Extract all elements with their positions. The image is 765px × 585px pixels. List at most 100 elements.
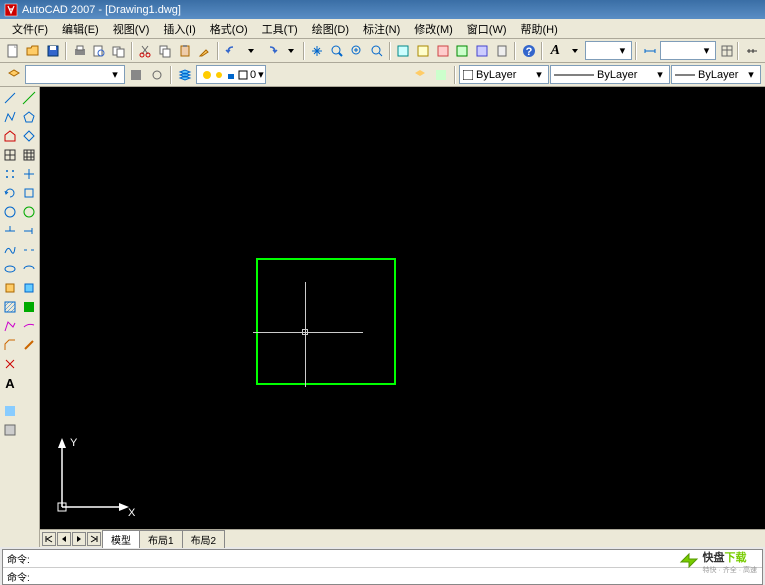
explode-icon[interactable] (1, 355, 19, 373)
zoom-prev-icon[interactable] (367, 41, 386, 61)
print-icon[interactable] (70, 41, 89, 61)
publish-icon[interactable] (110, 41, 129, 61)
menu-dimension[interactable]: 标注(N) (357, 19, 406, 39)
standard-toolbar: ? A ▾ ▾ (0, 39, 765, 63)
redo-dd-icon[interactable] (281, 41, 300, 61)
open-icon[interactable] (24, 41, 43, 61)
calc-icon[interactable] (493, 41, 512, 61)
menu-window[interactable]: 窗口(W) (461, 19, 513, 39)
pline-icon[interactable] (1, 108, 19, 126)
spline-icon[interactable] (1, 241, 19, 259)
undo-dd-icon[interactable] (242, 41, 261, 61)
linetype-dropdown[interactable]: ByLayer▾ (550, 65, 670, 84)
dim-style-dropdown[interactable]: ▾ (660, 41, 716, 60)
sheet-icon[interactable] (453, 41, 472, 61)
ellipse-arc-icon[interactable] (20, 260, 38, 278)
line-icon[interactable] (1, 89, 19, 107)
preview-icon[interactable] (90, 41, 109, 61)
tab-first-icon[interactable] (42, 532, 56, 546)
hex-o-icon[interactable] (20, 203, 38, 221)
markup-icon[interactable] (473, 41, 492, 61)
color-dropdown[interactable]: ByLayer▾ (459, 65, 549, 84)
menu-tools[interactable]: 工具(T) (256, 19, 304, 39)
draw-toolbar: A (0, 87, 40, 547)
undo-icon[interactable] (222, 41, 241, 61)
menu-insert[interactable]: 插入(I) (157, 19, 201, 39)
insert-icon[interactable] (20, 279, 38, 297)
tab-last-icon[interactable] (87, 532, 101, 546)
copy-icon[interactable] (156, 41, 175, 61)
polygon-icon[interactable] (20, 108, 38, 126)
xline-icon[interactable] (20, 89, 38, 107)
command-window[interactable]: 命令: 命令: (2, 549, 763, 585)
ellipse-icon[interactable] (1, 260, 19, 278)
redo-icon[interactable] (262, 41, 281, 61)
tab-model[interactable]: 模型 (102, 530, 140, 548)
extend-icon[interactable] (20, 222, 38, 240)
tab-prev-icon[interactable] (57, 532, 71, 546)
fillet-icon[interactable] (20, 317, 38, 335)
dim-icon[interactable] (640, 41, 659, 61)
menu-file[interactable]: 文件(F) (6, 19, 54, 39)
pick-box (302, 329, 308, 335)
nav-icon[interactable] (1, 421, 19, 439)
menu-edit[interactable]: 编辑(E) (56, 19, 105, 39)
layer-state-icon[interactable] (431, 65, 451, 85)
titlebar: AutoCAD 2007 - [Drawing1.dwg] (0, 0, 765, 19)
rotate-icon[interactable] (1, 184, 19, 202)
paste-icon[interactable] (176, 41, 195, 61)
tab-layout1[interactable]: 布局1 (139, 530, 183, 548)
menu-modify[interactable]: 修改(M) (408, 19, 459, 39)
gradient-icon[interactable] (20, 298, 38, 316)
chamfer-icon[interactable] (1, 336, 19, 354)
help-icon[interactable]: ? (519, 41, 538, 61)
table-style-icon[interactable] (717, 41, 736, 61)
tab-next-icon[interactable] (72, 532, 86, 546)
lineweight-dropdown[interactable]: ByLayer▾ (671, 65, 761, 84)
menu-format[interactable]: 格式(O) (204, 19, 254, 39)
textstyle-icon[interactable]: A (546, 41, 565, 61)
move-icon[interactable] (20, 165, 38, 183)
chamfer2-icon[interactable] (20, 336, 38, 354)
grid2-icon[interactable] (20, 146, 38, 164)
pan-icon[interactable] (308, 41, 327, 61)
square-icon[interactable] (20, 184, 38, 202)
layer-prev-icon[interactable] (410, 65, 430, 85)
hex-icon[interactable] (1, 203, 19, 221)
break-icon[interactable] (20, 241, 38, 259)
layer-prop-icon[interactable] (4, 65, 24, 85)
ws-icon[interactable] (126, 65, 146, 85)
hatch-icon[interactable] (1, 298, 19, 316)
tab-layout2[interactable]: 布局2 (182, 530, 226, 548)
menu-help[interactable]: 帮助(H) (515, 19, 564, 39)
match-icon[interactable] (195, 41, 214, 61)
menu-view[interactable]: 视图(V) (107, 19, 156, 39)
zoom-win-icon[interactable] (348, 41, 367, 61)
tool-palette-icon[interactable] (433, 41, 452, 61)
menu-draw[interactable]: 绘图(D) (306, 19, 355, 39)
array-icon[interactable] (1, 165, 19, 183)
region-icon[interactable] (1, 317, 19, 335)
zoom-rt-icon[interactable] (328, 41, 347, 61)
workspace-dropdown[interactable]: ▾ (25, 65, 125, 84)
layer-dropdown[interactable]: 0 ▾ (196, 65, 266, 84)
house-icon[interactable] (1, 127, 19, 145)
measure-icon[interactable] (742, 41, 761, 61)
color-fill-icon[interactable] (1, 402, 19, 420)
props-icon[interactable] (394, 41, 413, 61)
new-icon[interactable] (4, 41, 23, 61)
command-input[interactable]: 命令: (3, 567, 762, 585)
trim-icon[interactable] (1, 222, 19, 240)
design-center-icon[interactable] (414, 41, 433, 61)
edit-poly-icon[interactable] (20, 127, 38, 145)
drawing-canvas[interactable]: Y X (40, 87, 765, 529)
style-dd-icon[interactable] (566, 41, 585, 61)
grid-icon[interactable] (1, 146, 19, 164)
ws-settings-icon[interactable] (147, 65, 167, 85)
font-style-dropdown[interactable]: ▾ (585, 41, 632, 60)
text-icon[interactable]: A (1, 374, 19, 392)
cut-icon[interactable] (136, 41, 155, 61)
block-icon[interactable] (1, 279, 19, 297)
save-icon[interactable] (43, 41, 62, 61)
layer-manager-icon[interactable] (175, 65, 195, 85)
